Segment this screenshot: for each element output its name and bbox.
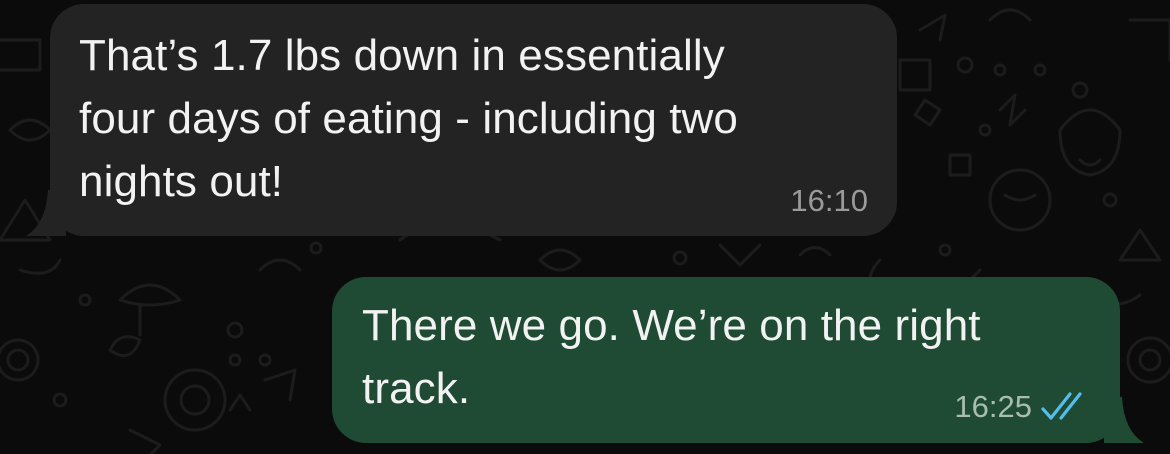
message-timestamp: 16:10 [790, 183, 868, 218]
bubble-tail [1104, 397, 1144, 443]
bubble-tail [26, 190, 66, 236]
double-check-read-icon [1041, 392, 1082, 420]
incoming-message-bubble[interactable]: That’s 1.7 lbs down in essentially four … [26, 4, 897, 236]
message-text: That’s 1.7 lbs down in essentially four … [79, 31, 738, 206]
outgoing-message-bubble[interactable]: There we go. We’re on the right track. 1… [332, 277, 1144, 443]
message-timestamp: 16:25 [954, 389, 1032, 424]
